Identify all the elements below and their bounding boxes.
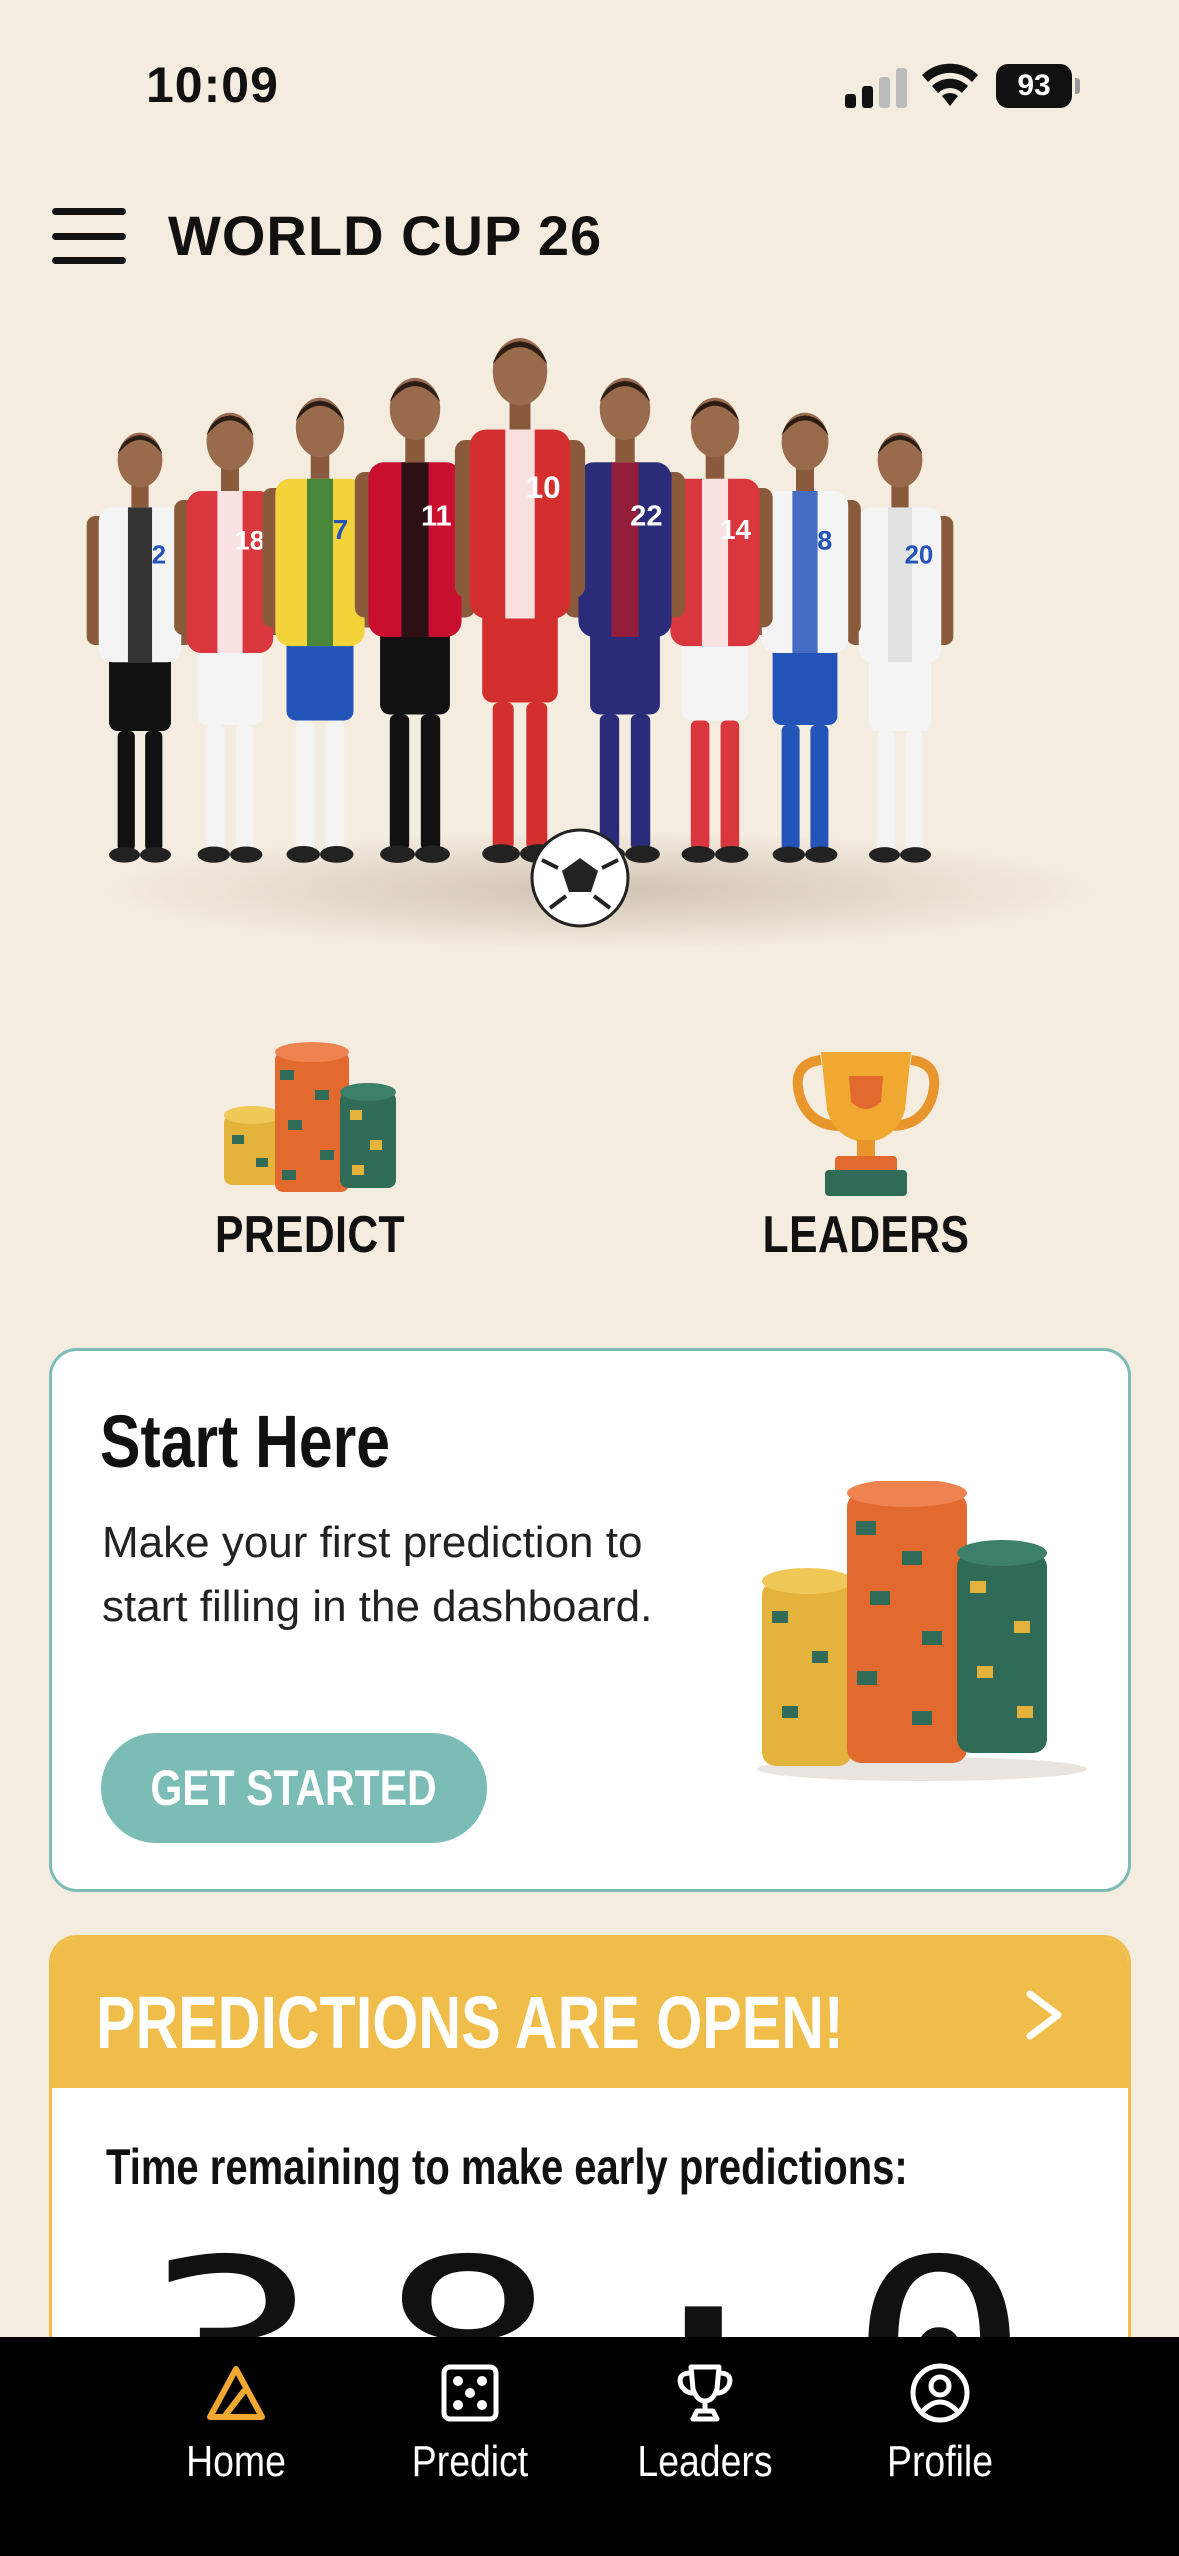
start-here-card: Start Here Make your first prediction to…	[49, 1348, 1131, 1892]
betting-chips-icon	[224, 1042, 396, 1192]
jersey-number: 14	[720, 514, 752, 545]
jersey-number: 11	[421, 500, 452, 532]
time-remaining-label: Time remaining to make early predictions…	[106, 2139, 908, 2195]
player-figure: 20	[846, 432, 954, 863]
predictions-open-header[interactable]: PREDICTIONS ARE OPEN!	[52, 1938, 1128, 2088]
player-figure: 2	[86, 432, 194, 863]
tab-leaders[interactable]: Leaders	[605, 2361, 805, 2491]
tab-leaders-label: Leaders	[637, 2437, 773, 2486]
start-here-title: Start Here	[100, 1400, 391, 1483]
predict-label: PREDICT	[214, 1206, 406, 1264]
player-figure: 7	[262, 397, 378, 863]
tab-profile-label: Profile	[886, 2437, 994, 2486]
tab-predict[interactable]: Predict	[370, 2361, 570, 2491]
jersey-number: 22	[630, 500, 662, 532]
jersey-number: 8	[817, 526, 832, 556]
predict-quick-action[interactable]: PREDICT	[160, 1030, 460, 1270]
tab-bar: Home Predict Leaders Profile	[0, 2337, 1179, 2556]
battery-icon: 93	[996, 64, 1080, 108]
predictions-open-title: PREDICTIONS ARE OPEN!	[96, 1981, 844, 2064]
player-figure: 10	[454, 338, 586, 864]
leaders-quick-action[interactable]: LEADERS	[716, 1030, 1016, 1270]
tab-predict-label: Predict	[411, 2437, 529, 2486]
battery-level: 93	[996, 64, 1072, 108]
profile-icon	[910, 2363, 970, 2423]
players-hero-image: 2 20 18 8 7 14 11 22 10	[86, 338, 1100, 950]
home-icon	[207, 2366, 265, 2420]
tab-home[interactable]: Home	[136, 2361, 336, 2491]
hamburger-menu-icon[interactable]	[52, 208, 126, 264]
start-here-body: Make your first prediction to start fill…	[102, 1518, 653, 1631]
app-title: WORLD CUP 26	[168, 204, 603, 267]
jersey-number: 10	[526, 469, 561, 505]
player-figure: 8	[749, 412, 861, 863]
trophy-icon	[792, 1052, 940, 1196]
status-time: 10:09	[146, 57, 279, 113]
soccer-ball-icon	[530, 828, 630, 928]
jersey-number: 18	[235, 526, 265, 556]
chevron-right-icon	[1026, 1990, 1062, 2040]
tab-profile[interactable]: Profile	[840, 2361, 1040, 2491]
jersey-number: 2	[152, 541, 166, 569]
leaders-label: LEADERS	[762, 1206, 970, 1264]
tab-home-label: Home	[186, 2437, 286, 2486]
player-figure: 18	[174, 412, 286, 863]
jersey-number: 20	[905, 541, 934, 569]
cellular-signal-icon	[845, 68, 907, 108]
jersey-number: 7	[333, 514, 349, 545]
battery-tip	[1075, 78, 1080, 94]
wifi-icon	[922, 63, 978, 106]
dice-icon	[441, 2364, 499, 2422]
get-started-label: GET STARTED	[150, 1760, 438, 1816]
player-figure: 14	[657, 397, 773, 863]
get-started-button[interactable]: GET STARTED	[101, 1733, 487, 1843]
status-bar: 10:09 93	[0, 0, 1179, 170]
betting-chips-icon	[757, 1481, 1087, 1781]
trophy-icon	[677, 2364, 733, 2422]
